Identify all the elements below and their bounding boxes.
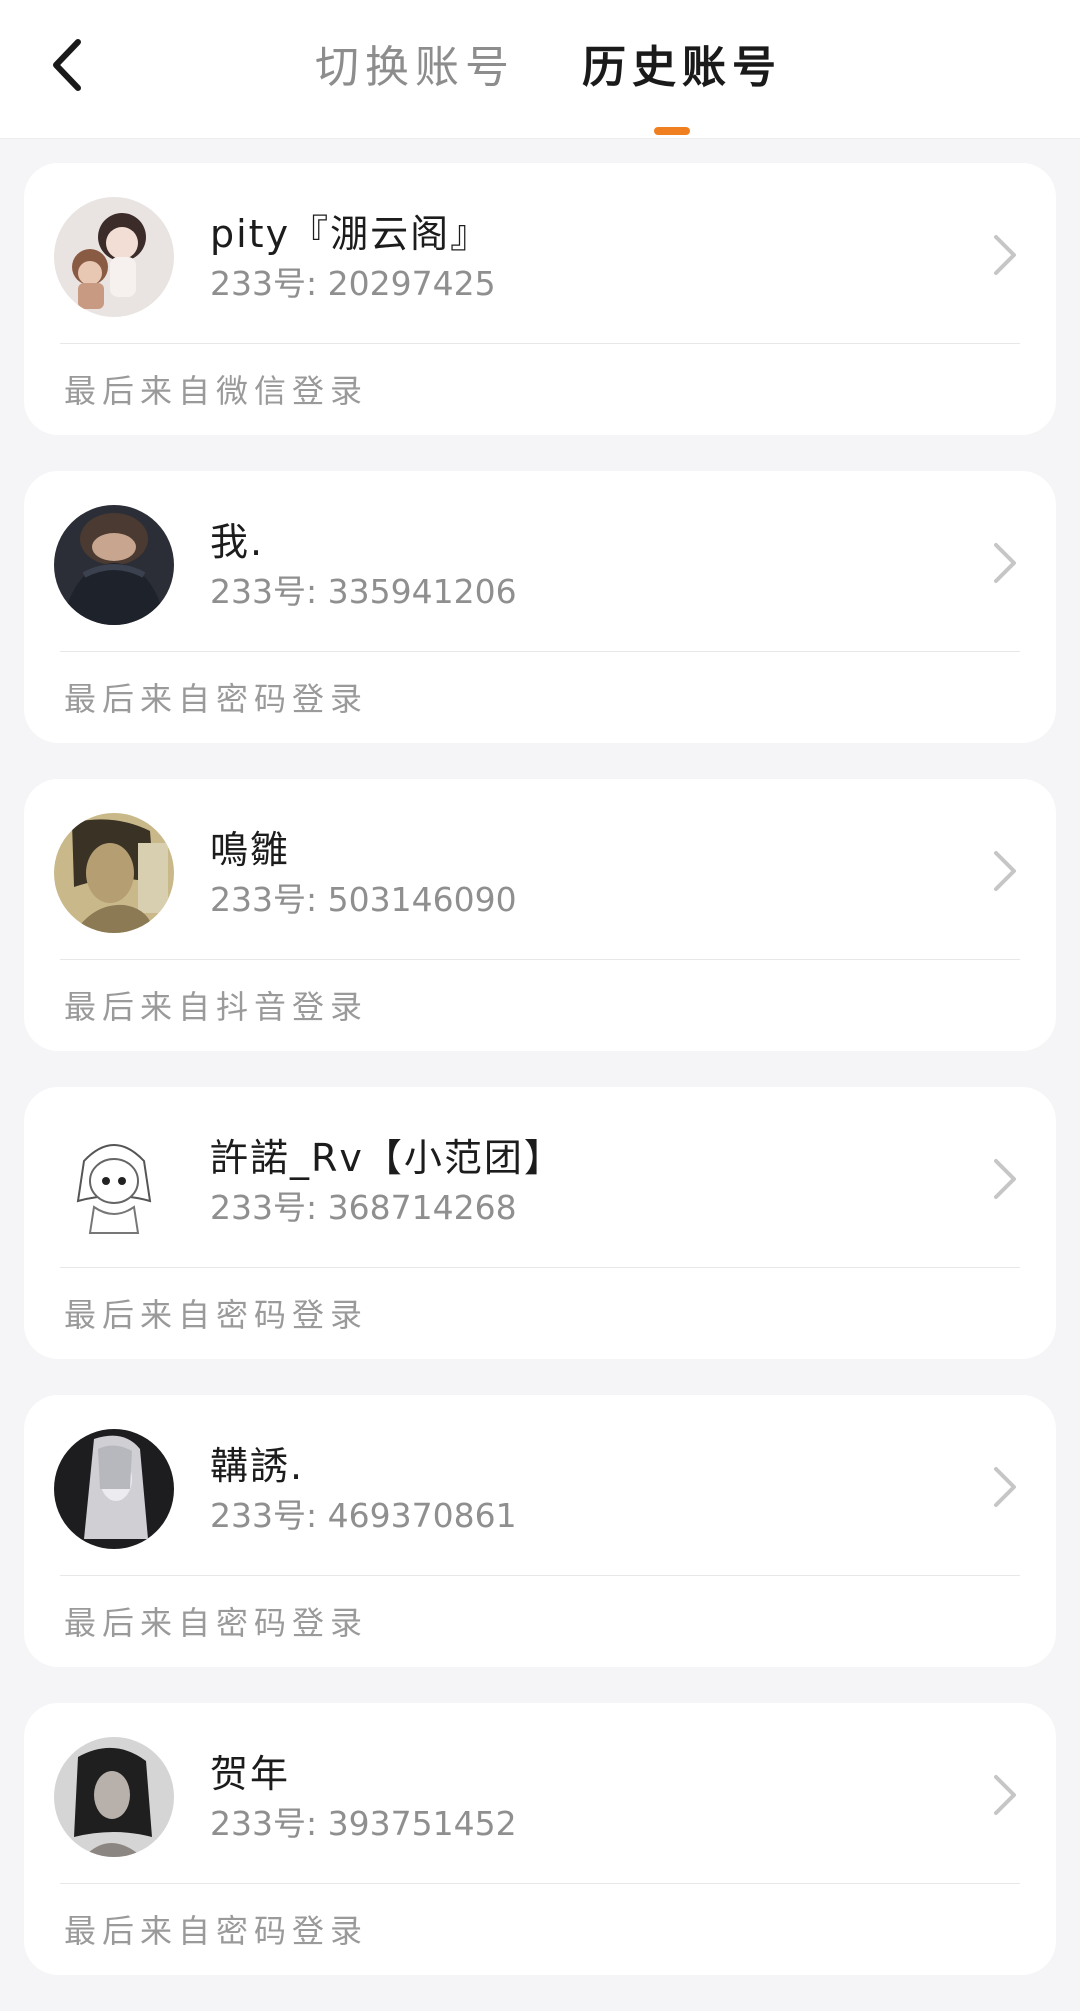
account-id: 233号: 20297425 [210, 264, 496, 303]
account-card[interactable]: 我. 233号: 335941206 最后来自密码登录 [24, 471, 1056, 743]
account-id: 233号: 393751452 [210, 1804, 517, 1843]
account-name: 鳴雛 [210, 828, 291, 872]
history-account-list: pity『淜云阁』 233号: 20297425 最后来自微信登录 我. 233… [24, 163, 1056, 2011]
account-card[interactable]: 韝誘. 233号: 469370861 最后来自密码登录 [24, 1395, 1056, 1667]
last-login-source: 最后来自密码登录 [64, 1912, 369, 1950]
avatar [54, 1121, 174, 1241]
last-login-source: 最后来自密码登录 [64, 680, 369, 718]
chevron-right-icon [994, 1775, 1016, 1815]
divider [60, 959, 1020, 960]
divider [60, 1267, 1020, 1268]
chevron-right-icon [994, 1159, 1016, 1199]
avatar [54, 197, 174, 317]
account-name: 韝誘. [210, 1444, 305, 1488]
last-login-source: 最后来自微信登录 [64, 372, 369, 410]
avatar [54, 1429, 174, 1549]
active-tab-indicator [654, 127, 690, 135]
account-name: 我. [210, 520, 265, 564]
account-id: 233号: 368714268 [210, 1188, 517, 1227]
divider [60, 343, 1020, 344]
account-name: 贺年 [210, 1752, 291, 1796]
account-id: 233号: 335941206 [210, 572, 517, 611]
last-login-source: 最后来自密码登录 [64, 1296, 369, 1334]
chevron-right-icon [994, 235, 1016, 275]
account-card[interactable]: 鳴雛 233号: 503146090 最后来自抖音登录 [24, 779, 1056, 1051]
tab-history-account[interactable]: 历史账号 [582, 38, 782, 98]
avatar [54, 505, 174, 625]
avatar [54, 813, 174, 933]
account-name: 許諾_Rv【小范团】 [210, 1136, 564, 1180]
back-button[interactable] [40, 30, 100, 100]
divider [60, 1883, 1020, 1884]
chevron-left-icon [53, 39, 81, 91]
divider [60, 1575, 1020, 1576]
chevron-right-icon [994, 543, 1016, 583]
account-card[interactable]: 許諾_Rv【小范团】 233号: 368714268 最后来自密码登录 [24, 1087, 1056, 1359]
top-bar: 切换账号 历史账号 [0, 0, 1080, 139]
account-id: 233号: 469370861 [210, 1496, 517, 1535]
chevron-right-icon [994, 851, 1016, 891]
account-id: 233号: 503146090 [210, 880, 517, 919]
last-login-source: 最后来自密码登录 [64, 1604, 369, 1642]
chevron-right-icon [994, 1467, 1016, 1507]
last-login-source: 最后来自抖音登录 [64, 988, 369, 1026]
avatar [54, 1737, 174, 1857]
account-card[interactable]: 贺年 233号: 393751452 最后来自密码登录 [24, 1703, 1056, 1975]
tab-switch-account[interactable]: 切换账号 [315, 38, 515, 98]
divider [60, 651, 1020, 652]
account-card[interactable]: pity『淜云阁』 233号: 20297425 最后来自微信登录 [24, 163, 1056, 435]
account-name: pity『淜云阁』 [210, 212, 491, 256]
